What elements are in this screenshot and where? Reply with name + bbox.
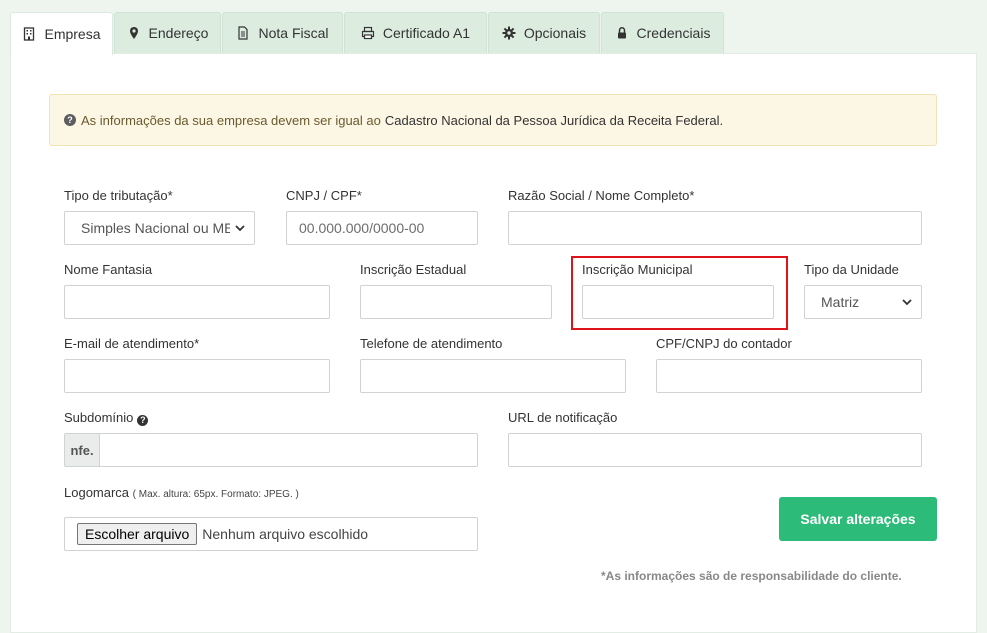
tab-label: Certificado A1 [382, 25, 471, 41]
email-atendimento-label: E-mail de atendimento* [64, 336, 200, 351]
chevron-down-icon [902, 299, 912, 306]
choose-file-button[interactable]: Escolher arquivo [77, 523, 198, 545]
tipo-tributacao-label: Tipo de tributação* [64, 188, 173, 203]
save-button[interactable]: Salvar alterações [779, 497, 937, 541]
razao-social-label: Razão Social / Nome Completo* [508, 188, 695, 203]
razao-social-input[interactable] [508, 211, 922, 245]
alert-text-emphasis: Cadastro Nacional da Pessoa Jurídica da … [384, 112, 724, 128]
url-notificacao-label: URL de notificação [508, 410, 618, 425]
tab-empresa[interactable]: Empresa [10, 12, 113, 55]
telefone-atendimento-input[interactable] [360, 359, 626, 393]
nome-fantasia-input[interactable] [64, 285, 330, 319]
tab-label: Empresa [44, 26, 101, 42]
inscricao-municipal-label: Inscrição Municipal [582, 262, 693, 277]
chevron-down-icon [235, 225, 245, 232]
inscricao-municipal-input[interactable] [582, 285, 774, 319]
nome-fantasia-label: Nome Fantasia [64, 262, 153, 277]
info-alert: ? As informações da sua empresa devem se… [49, 94, 937, 146]
tab-label: Endereço [148, 25, 209, 41]
tipo-unidade-value: Matriz [821, 294, 860, 310]
tab-opcionais[interactable]: Opcionais [488, 12, 600, 53]
tab-label: Opcionais [523, 25, 587, 41]
logomarca-label: Logomarca ( Max. altura: 65px. Formato: … [64, 485, 299, 500]
tab-credenciais[interactable]: Credenciais [601, 12, 724, 53]
logomarca-file-input: Escolher arquivo Nenhum arquivo escolhid… [64, 517, 478, 551]
tab-nota-fiscal[interactable]: Nota Fiscal [222, 12, 343, 53]
cnpj-cpf-label: CNPJ / CPF* [286, 188, 362, 203]
tab-label: Credenciais [636, 25, 711, 41]
tipo-tributacao-select[interactable]: Simples Nacional ou MEI [64, 211, 255, 245]
file-status: Nenhum arquivo escolhido [202, 526, 369, 542]
tipo-tributacao-value: Simples Nacional ou MEI [81, 220, 230, 236]
tab-label: Nota Fiscal [258, 25, 329, 41]
telefone-atendimento-label: Telefone de atendimento [360, 336, 503, 351]
tipo-unidade-label: Tipo da Unidade [804, 262, 899, 277]
document-icon [236, 26, 250, 40]
inscricao-estadual-label: Inscrição Estadual [360, 262, 467, 277]
logomarca-label-text: Logomarca [64, 485, 130, 500]
cpf-cnpj-contador-input[interactable] [656, 359, 922, 393]
tab-endereco[interactable]: Endereço [114, 12, 221, 53]
subdominio-label: Subdomínio? [64, 410, 149, 426]
question-circle-icon: ? [64, 114, 76, 126]
alert-text: As informações da sua empresa devem ser … [81, 112, 381, 128]
lock-icon [615, 26, 629, 40]
email-atendimento-input[interactable] [64, 359, 330, 393]
tab-certificado-a1[interactable]: Certificado A1 [344, 12, 487, 53]
printer-icon [361, 26, 375, 40]
map-marker-icon [127, 26, 141, 40]
url-notificacao-input[interactable] [508, 433, 922, 467]
gear-icon [502, 26, 516, 40]
question-circle-icon[interactable]: ? [137, 414, 149, 426]
subdominio-label-text: Subdomínio [64, 410, 134, 425]
footer-note: *As informações são de responsabilidade … [601, 569, 902, 583]
logomarca-note: ( Max. altura: 65px. Formato: JPEG. ) [132, 489, 299, 500]
inscricao-estadual-input[interactable] [360, 285, 552, 319]
tipo-unidade-select[interactable]: Matriz [804, 285, 922, 319]
subdominio-input[interactable] [99, 433, 478, 467]
cnpj-cpf-input[interactable]: 00.000.000/0000-00 [286, 211, 478, 245]
cpf-cnpj-contador-label: CPF/CNPJ do contador [656, 336, 792, 351]
building-icon [22, 27, 36, 41]
subdominio-prefix: nfe. [64, 433, 100, 467]
